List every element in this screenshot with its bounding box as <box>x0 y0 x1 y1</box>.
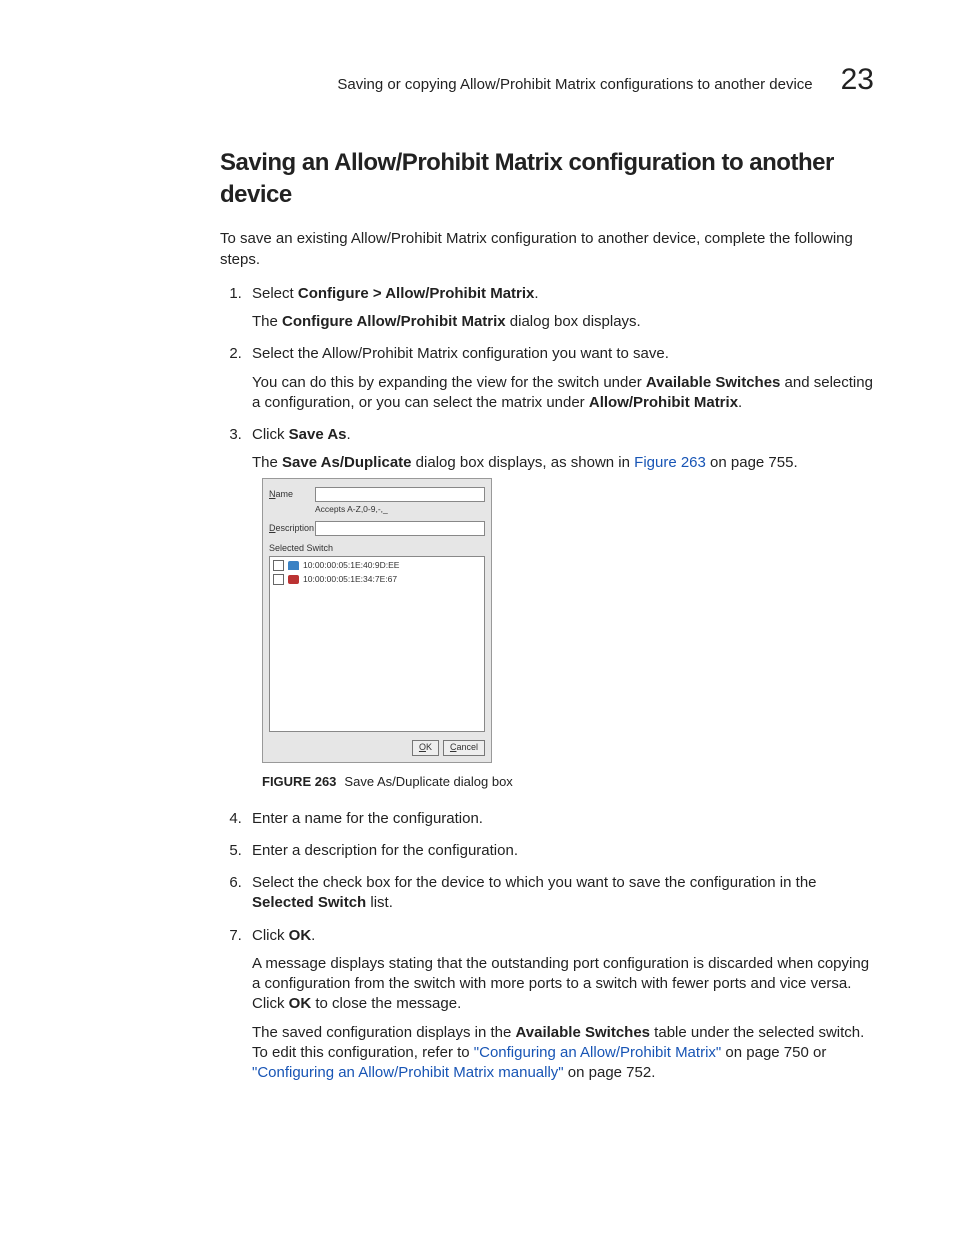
step-1: Select Configure > Allow/Prohibit Matrix… <box>246 284 874 333</box>
ok-button[interactable]: OK <box>412 740 439 756</box>
intro-paragraph: To save an existing Allow/Prohibit Matri… <box>220 229 874 270</box>
name-input[interactable] <box>315 487 485 502</box>
steps-list: Select Configure > Allow/Prohibit Matrix… <box>220 284 874 1084</box>
xref-link[interactable]: "Configuring an Allow/Prohibit Matrix ma… <box>252 1064 564 1081</box>
dialog-buttons: OK Cancel <box>269 740 485 756</box>
step-text: Enter a name for the configuration. <box>252 810 483 827</box>
xref-link[interactable]: "Configuring an Allow/Prohibit Matrix" <box>474 1044 721 1061</box>
step-body: A message displays stating that the outs… <box>252 954 874 1015</box>
step-body: You can do this by expanding the view fo… <box>252 373 874 414</box>
step-text: Click Save As. <box>252 426 351 443</box>
page-header: Saving or copying Allow/Prohibit Matrix … <box>80 60 874 101</box>
selected-switch-label: Selected Switch <box>269 542 485 554</box>
switch-icon <box>288 575 299 584</box>
chapter-number: 23 <box>841 60 874 101</box>
switch-wwn: 10:00:00:05:1E:40:9D:EE <box>303 560 399 571</box>
figure-label: FIGURE 263 <box>262 774 336 789</box>
step-2: Select the Allow/Prohibit Matrix configu… <box>246 344 874 413</box>
step-text: Select the Allow/Prohibit Matrix configu… <box>252 345 669 362</box>
list-item[interactable]: 10:00:00:05:1E:40:9D:EE <box>270 559 484 572</box>
checkbox-icon[interactable] <box>273 560 284 571</box>
save-as-dialog: Name Accepts A-Z,0-9,-,_ Description Sel… <box>262 478 492 764</box>
figure-caption-text: Save As/Duplicate dialog box <box>344 774 512 789</box>
step-text: Click OK. <box>252 927 315 944</box>
running-title: Saving or copying Allow/Prohibit Matrix … <box>337 75 812 95</box>
checkbox-icon[interactable] <box>273 574 284 585</box>
step-body: The Save As/Duplicate dialog box display… <box>252 453 874 473</box>
step-5: Enter a description for the configuratio… <box>246 841 874 861</box>
step-6: Select the check box for the device to w… <box>246 873 874 914</box>
step-4: Enter a name for the configuration. <box>246 809 874 829</box>
dialog-desc-row: Description <box>269 521 485 536</box>
selected-switch-list: 10:00:00:05:1E:40:9D:EE 10:00:00:05:1E:3… <box>269 556 485 732</box>
list-item[interactable]: 10:00:00:05:1E:34:7E:67 <box>270 573 484 586</box>
figure-link[interactable]: Figure 263 <box>634 454 706 471</box>
figure-caption: FIGURE 263 Save As/Duplicate dialog box <box>262 773 874 791</box>
step-text: Select the check box for the device to w… <box>252 874 817 911</box>
switch-wwn: 10:00:00:05:1E:34:7E:67 <box>303 574 397 585</box>
switch-icon <box>288 561 299 570</box>
cancel-button[interactable]: Cancel <box>443 740 485 756</box>
section-heading: Saving an Allow/Prohibit Matrix configur… <box>220 147 874 212</box>
step-body: The saved configuration displays in the … <box>252 1023 874 1084</box>
name-hint: Accepts A-Z,0-9,-,_ <box>315 504 485 515</box>
content-area: Saving an Allow/Prohibit Matrix configur… <box>220 147 874 1084</box>
dialog-name-row: Name <box>269 487 485 502</box>
step-text: Enter a description for the configuratio… <box>252 842 518 859</box>
step-7: Click OK. A message displays stating tha… <box>246 926 874 1084</box>
step-text: Select Configure > Allow/Prohibit Matrix… <box>252 285 539 302</box>
description-label: Description <box>269 522 315 534</box>
description-input[interactable] <box>315 521 485 536</box>
step-body: The Configure Allow/Prohibit Matrix dial… <box>252 312 874 332</box>
page: Saving or copying Allow/Prohibit Matrix … <box>0 0 954 1235</box>
step-3: Click Save As. The Save As/Duplicate dia… <box>246 425 874 791</box>
name-label: Name <box>269 488 315 500</box>
